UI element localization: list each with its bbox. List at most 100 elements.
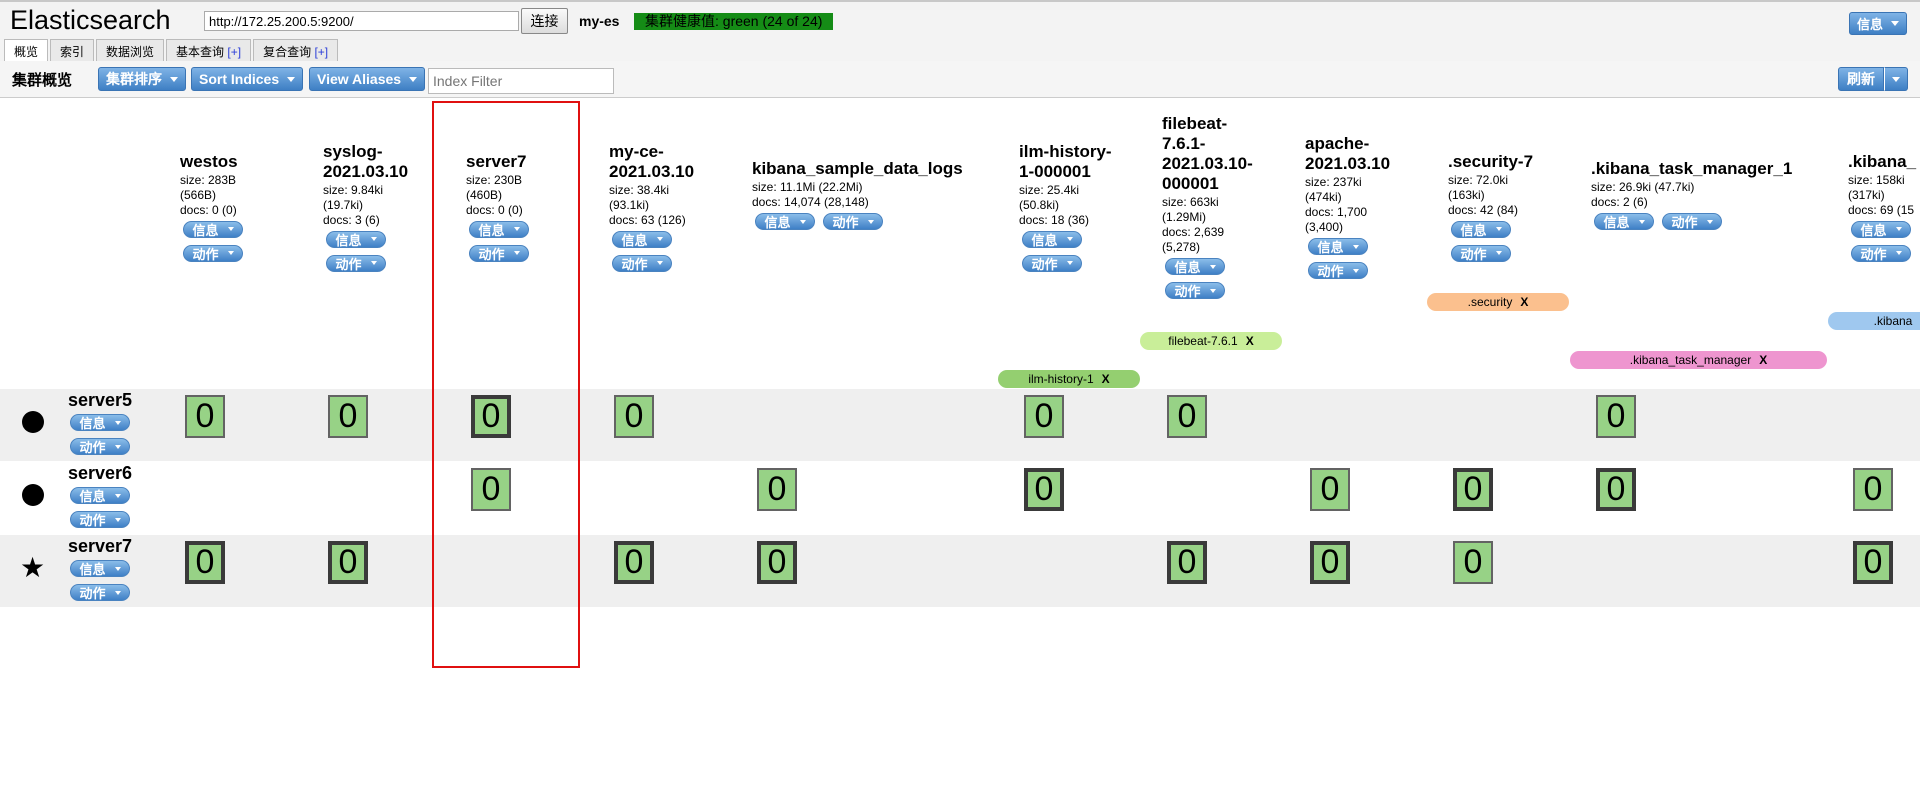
index-info-button[interactable]: 信息 xyxy=(183,220,243,238)
node-info-button[interactable]: 信息 xyxy=(70,487,130,504)
index-info-button[interactable]: 信息 xyxy=(1851,220,1911,238)
chevron-down-icon xyxy=(656,237,663,241)
index-stat: docs: 0 (0) xyxy=(180,202,237,217)
index-info-button[interactable]: 信息 xyxy=(1594,213,1654,230)
index-info-button[interactable]: 信息 xyxy=(612,230,672,248)
top-info-button[interactable]: 信息 xyxy=(1849,12,1908,35)
shard-box[interactable]: 0 xyxy=(614,395,654,438)
index-stat: (3,400) xyxy=(1305,220,1344,234)
shard-box[interactable]: 0 xyxy=(1167,395,1207,438)
alias-tag[interactable]: .kibana_task_manager X xyxy=(1570,351,1827,369)
tab-basic-query[interactable]: 基本查询 [+] xyxy=(166,39,252,62)
close-icon[interactable]: X xyxy=(1759,353,1767,367)
index-action-button[interactable]: 动作 xyxy=(1662,213,1722,230)
index-action-button[interactable]: 动作 xyxy=(183,244,243,262)
shard-box[interactable]: 0 xyxy=(1853,541,1893,584)
node-action-button[interactable]: 动作 xyxy=(70,584,130,601)
shard-box[interactable]: 0 xyxy=(1853,468,1893,511)
shard-box[interactable]: 0 xyxy=(757,468,797,511)
cluster-url-input[interactable] xyxy=(204,11,519,31)
index-info-label: 信息 xyxy=(192,222,219,238)
index-stat: size: 38.4ki xyxy=(609,182,670,197)
shard-box[interactable]: 0 xyxy=(328,395,368,438)
chevron-down-icon xyxy=(114,493,121,498)
node-info-label: 信息 xyxy=(79,416,106,431)
alias-tag[interactable]: ilm-history-1 X xyxy=(998,370,1140,388)
shard-box[interactable]: 0 xyxy=(185,395,225,438)
shard-box[interactable]: 0 xyxy=(1024,468,1064,511)
alias-name: .kibana_task_manager xyxy=(1629,353,1752,367)
master-eligible-node-icon xyxy=(22,484,44,506)
shard-box[interactable]: 0 xyxy=(1310,541,1350,584)
tab-indices[interactable]: 索引 xyxy=(50,39,95,62)
index-action-button[interactable]: 动作 xyxy=(1451,244,1511,262)
shard-box[interactable]: 0 xyxy=(1596,468,1636,511)
tab-browser[interactable]: 数据浏览 xyxy=(96,39,165,62)
index-name: westos xyxy=(180,151,238,171)
index-action-button[interactable]: 动作 xyxy=(1022,254,1082,272)
index-info-button[interactable]: 信息 xyxy=(1308,238,1368,255)
shard-box[interactable]: 0 xyxy=(185,541,225,584)
index-stat: (50.8ki) xyxy=(1019,197,1060,212)
alias-tag[interactable]: .security X xyxy=(1427,293,1569,311)
node-info-button[interactable]: 信息 xyxy=(70,414,130,431)
index-action-button[interactable]: 动作 xyxy=(612,254,672,272)
index-name: my-ce- 2021.03.10 xyxy=(609,141,695,181)
tab-plus[interactable]: [+] xyxy=(314,45,328,59)
index-action-button[interactable]: 动作 xyxy=(1165,282,1225,299)
chevron-down-icon xyxy=(227,227,234,231)
index-name: ilm-history- 1-000001 xyxy=(1019,141,1112,181)
shard-box[interactable]: 0 xyxy=(1167,541,1207,584)
alias-tag[interactable]: filebeat-7.6.1 X xyxy=(1140,332,1282,350)
connect-button[interactable]: 连接 xyxy=(521,8,568,34)
index-name: filebeat- 7.6.1- 2021.03.10- 000001 xyxy=(1162,114,1253,193)
node-info-label: 信息 xyxy=(79,489,106,504)
tab-overview[interactable]: 概览 xyxy=(4,39,49,63)
alias-tag[interactable]: .kibana xyxy=(1828,312,1920,330)
shard-box[interactable]: 0 xyxy=(1024,395,1064,438)
chevron-down-icon xyxy=(1706,219,1713,224)
index-info-button[interactable]: 信息 xyxy=(1022,230,1082,248)
shard-box[interactable]: 0 xyxy=(757,541,797,584)
index-stat: size: 158ki xyxy=(1848,172,1905,187)
index-info-label: 信息 xyxy=(621,232,648,248)
index-action-button[interactable]: 动作 xyxy=(823,213,883,230)
shard-box[interactable]: 0 xyxy=(1596,395,1636,438)
toolbar-title: 集群概览 xyxy=(12,72,73,89)
refresh-dropdown-button[interactable] xyxy=(1884,67,1908,91)
node-info-button[interactable]: 信息 xyxy=(70,560,130,577)
shard-box[interactable]: 0 xyxy=(1453,468,1493,511)
tab-plus[interactable]: [+] xyxy=(227,45,241,59)
index-info-button[interactable]: 信息 xyxy=(1165,258,1225,275)
shard-box[interactable]: 0 xyxy=(614,541,654,584)
index-stat: size: 25.4ki xyxy=(1019,182,1080,197)
index-info-button[interactable]: 信息 xyxy=(1451,220,1511,238)
index-filter-input[interactable] xyxy=(428,68,614,94)
alias-name: .kibana xyxy=(1873,314,1913,328)
chevron-down-icon xyxy=(1066,261,1073,265)
index-info-button[interactable]: 信息 xyxy=(326,230,386,248)
close-icon[interactable]: X xyxy=(1246,334,1254,348)
index-stat: docs: 3 (6) xyxy=(323,212,380,227)
chevron-down-icon xyxy=(1352,268,1359,273)
node-action-button[interactable]: 动作 xyxy=(70,438,130,455)
node-row xyxy=(0,535,1920,607)
refresh-label: 刷新 xyxy=(1847,71,1875,87)
view-aliases-button[interactable]: View Aliases xyxy=(309,67,426,91)
index-action-button[interactable]: 动作 xyxy=(326,254,386,272)
index-stat: (19.7ki) xyxy=(323,197,364,212)
node-action-button[interactable]: 动作 xyxy=(70,511,130,528)
top-info-label: 信息 xyxy=(1857,17,1884,32)
index-action-button[interactable]: 动作 xyxy=(1851,244,1911,262)
refresh-button[interactable]: 刷新 xyxy=(1838,67,1884,91)
tab-compound-query[interactable]: 复合查询 [+] xyxy=(253,39,339,62)
sort-indices-button[interactable]: Sort Indices xyxy=(191,67,304,91)
index-action-button[interactable]: 动作 xyxy=(1308,262,1368,279)
close-icon[interactable]: X xyxy=(1520,295,1528,309)
shard-box[interactable]: 0 xyxy=(328,541,368,584)
shard-box[interactable]: 0 xyxy=(1310,468,1350,511)
close-icon[interactable]: X xyxy=(1102,372,1110,386)
sort-cluster-button[interactable]: 集群排序 xyxy=(98,67,186,91)
index-info-button[interactable]: 信息 xyxy=(755,213,815,230)
shard-box[interactable]: 0 xyxy=(1453,541,1493,584)
